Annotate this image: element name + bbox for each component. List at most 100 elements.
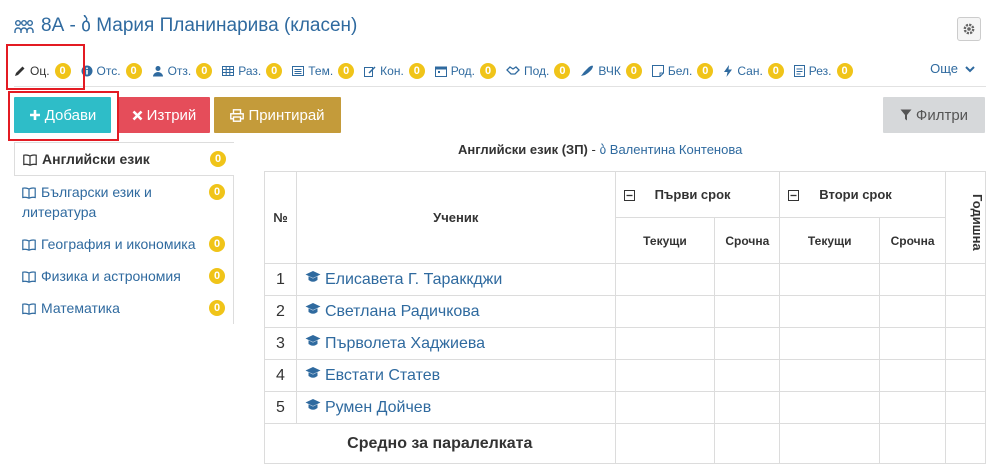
term2-final-header: Срочна xyxy=(879,217,947,264)
bolt-icon xyxy=(723,65,733,77)
tab-notes[interactable]: Бел. 0 xyxy=(651,63,714,79)
grade-cell[interactable] xyxy=(879,295,947,328)
grade-cell[interactable] xyxy=(614,391,716,424)
tab-badge: 0 xyxy=(836,63,853,79)
subject-badge: 0 xyxy=(210,151,226,167)
student-cell[interactable]: Първолета Хаджиева xyxy=(295,327,616,360)
grade-cell[interactable] xyxy=(945,327,986,360)
subject-badge: 0 xyxy=(209,300,225,316)
grade-cell[interactable] xyxy=(945,263,986,296)
tab-label: Отс. xyxy=(96,64,121,78)
grade-cell[interactable] xyxy=(779,327,881,360)
rocket-icon xyxy=(580,65,594,77)
tab-feedback[interactable]: Отз. 0 xyxy=(152,63,213,79)
tab-label: Тем. xyxy=(308,64,334,78)
delete-label: Изтрий xyxy=(146,106,197,124)
grade-cell[interactable] xyxy=(614,295,716,328)
collapse-icon[interactable] xyxy=(788,190,800,201)
grade-cell[interactable] xyxy=(879,327,947,360)
printer-icon xyxy=(230,108,245,122)
subject-item-geography[interactable]: География и икономика 0 xyxy=(14,228,234,260)
delete-button[interactable]: Изтрий xyxy=(118,97,210,133)
close-icon xyxy=(132,110,143,121)
grade-cell[interactable] xyxy=(945,391,986,424)
print-button[interactable]: Принтирай xyxy=(214,97,341,133)
grade-cell[interactable] xyxy=(779,263,881,296)
subject-item-math[interactable]: Математика 0 xyxy=(14,292,234,324)
tab-badge: 0 xyxy=(625,63,642,79)
settings-button[interactable] xyxy=(957,17,981,41)
collapse-icon[interactable] xyxy=(623,190,635,201)
graduation-cap-icon xyxy=(305,302,321,317)
grade-cell[interactable] xyxy=(879,391,947,424)
grade-cell[interactable] xyxy=(614,327,716,360)
row-number: 4 xyxy=(264,359,297,392)
subject-label: Математика xyxy=(41,300,120,316)
more-tabs-dropdown[interactable]: Още xyxy=(930,61,976,76)
tab-absences[interactable]: Отс. 0 xyxy=(81,63,142,79)
average-cell xyxy=(879,423,947,464)
student-name: Евстати Статев xyxy=(324,367,441,384)
subject-item-english[interactable]: Английски език 0 xyxy=(14,142,234,176)
tab-results[interactable]: Рез. 0 xyxy=(793,63,853,79)
highlight-grades-tab xyxy=(6,44,85,90)
grade-cell[interactable] xyxy=(714,263,781,296)
grade-cell[interactable] xyxy=(714,295,781,328)
book-icon xyxy=(22,271,36,283)
grade-cell[interactable] xyxy=(614,359,716,392)
graduation-cap-icon xyxy=(305,398,321,413)
graduation-cap-icon xyxy=(305,366,321,381)
term1-header[interactable]: Първи срок xyxy=(614,171,781,218)
tab-parents[interactable]: Род. 0 xyxy=(434,63,497,79)
tab-badge: 0 xyxy=(338,63,355,79)
term2-header[interactable]: Втори срок xyxy=(779,171,947,218)
edit-icon xyxy=(364,65,376,77)
tab-topics[interactable]: Тем. 0 xyxy=(292,63,355,79)
student-cell[interactable]: Елисавета Г. Тараккджи xyxy=(295,263,616,296)
tab-support[interactable]: Под. 0 xyxy=(506,63,571,79)
grade-cell[interactable] xyxy=(714,391,781,424)
subject-badge: 0 xyxy=(209,236,225,252)
filter-label: Филтри xyxy=(915,106,969,124)
subject-item-bulgarian[interactable]: Български език и литература 0 xyxy=(14,176,234,228)
grade-cell[interactable] xyxy=(945,359,986,392)
tab-vchk[interactable]: ВЧК 0 xyxy=(580,63,642,79)
grade-cell[interactable] xyxy=(945,295,986,328)
grade-cell[interactable] xyxy=(714,327,781,360)
book-icon xyxy=(22,187,36,199)
book-icon xyxy=(23,154,37,166)
tab-sanctions[interactable]: Сан. 0 xyxy=(723,63,784,79)
book-icon xyxy=(22,239,36,251)
grade-cell[interactable] xyxy=(779,391,881,424)
student-name: Елисавета Г. Тараккджи xyxy=(324,271,503,288)
tab-label: Бел. xyxy=(667,64,693,78)
term2-label: Втори срок xyxy=(819,187,892,202)
row-number: 3 xyxy=(264,327,297,360)
table-caption: Английски език (ЗП) - ბ Валентина Контен… xyxy=(458,142,742,158)
document-icon xyxy=(793,65,805,77)
filter-button[interactable]: Филтри xyxy=(883,97,985,133)
subject-list: Английски език 0 Български език и литера… xyxy=(14,142,234,324)
grade-cell[interactable] xyxy=(879,359,947,392)
tab-label: Рез. xyxy=(808,64,832,78)
grade-cell[interactable] xyxy=(779,295,881,328)
average-label: Средно за паралелката xyxy=(264,423,616,464)
student-name: Румен Дойчев xyxy=(324,399,432,416)
subject-item-physics[interactable]: Физика и астрономия 0 xyxy=(14,260,234,292)
tab-label: Раз. xyxy=(238,64,262,78)
grade-cell[interactable] xyxy=(714,359,781,392)
caption-teacher[interactable]: ბ Валентина Контенова xyxy=(599,142,742,157)
student-cell[interactable]: Румен Дойчев xyxy=(295,391,616,424)
grade-cell[interactable] xyxy=(614,263,716,296)
filter-icon xyxy=(900,109,912,121)
tab-control[interactable]: Кон. 0 xyxy=(364,63,425,79)
column-header-annual: Годишна xyxy=(945,171,986,264)
average-cell xyxy=(779,423,881,464)
table-row: 2 Светлана Радичкова xyxy=(264,295,986,328)
student-cell[interactable]: Евстати Статев xyxy=(295,359,616,392)
tab-schedule[interactable]: Раз. 0 xyxy=(222,63,283,79)
tab-label: ВЧК xyxy=(598,64,621,78)
grade-cell[interactable] xyxy=(879,263,947,296)
student-cell[interactable]: Светлана Радичкова xyxy=(295,295,616,328)
grade-cell[interactable] xyxy=(779,359,881,392)
